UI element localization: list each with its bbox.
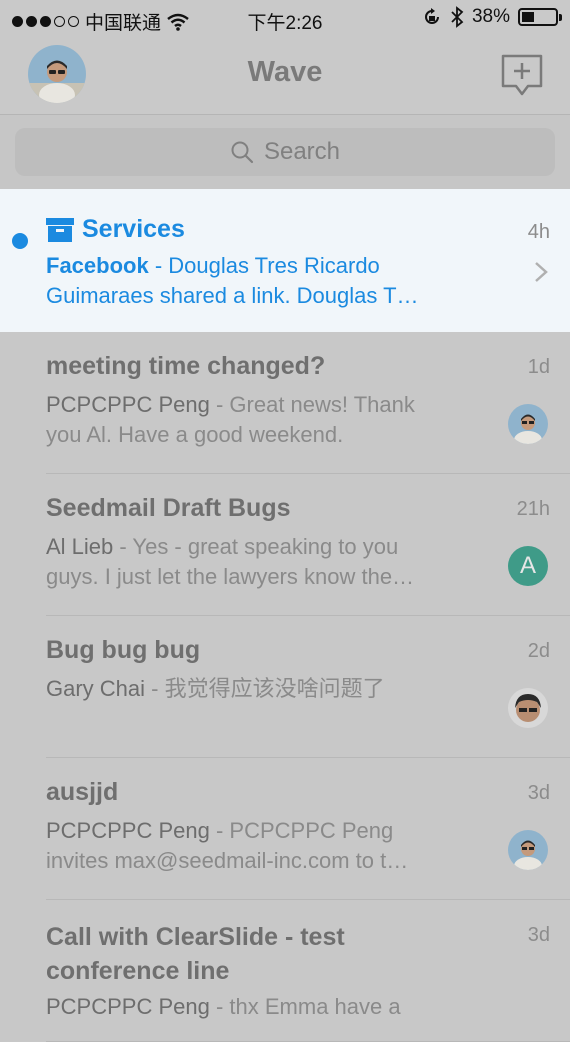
archive-box-icon (46, 217, 74, 242)
thread-sender: Al Lieb (46, 534, 114, 559)
thread-preview: Al Lieb - Yes - great speaking to you gu… (46, 534, 415, 589)
sender-avatar (508, 404, 548, 444)
sender-avatar: A (508, 546, 548, 586)
thread-sender: PCPCPPC Peng (46, 818, 210, 843)
thread-preview: Gary Chai - 我觉得应该没啥问题了 (46, 676, 385, 701)
thread-list: Services 4h Facebook - Douglas Tres Rica… (0, 189, 570, 1042)
search-placeholder: Search (263, 138, 341, 165)
thread-title: Bug bug bug (46, 636, 201, 664)
search-icon (231, 141, 254, 164)
thread-time: 3d (527, 782, 550, 804)
compose-icon[interactable] (500, 53, 544, 97)
thread-title: ausjjd (46, 778, 119, 806)
bluetooth-icon (451, 6, 464, 28)
status-right: 38% (422, 6, 562, 28)
sender-avatar (508, 830, 548, 870)
thread-title: Seedmail Draft Bugs (46, 494, 291, 522)
unread-indicator (12, 233, 28, 249)
thread-sender: Gary Chai (46, 676, 146, 701)
rotation-lock-icon (425, 8, 439, 24)
thread-time: 21h (516, 498, 550, 520)
thread-time: 2d (527, 640, 550, 662)
thread-title: Call with ClearSlide - test conference l… (46, 923, 345, 985)
sender-avatar (508, 688, 548, 728)
thread-preview: PCPCPPC Peng - Great news! Thank you Al.… (46, 392, 415, 447)
thread-sender: Facebook (46, 253, 149, 278)
nav-bar: Wave (0, 40, 570, 115)
thread-sender: PCPCPPC Peng (46, 392, 210, 417)
search-bar-container: Search (0, 115, 570, 189)
thread-row[interactable]: Services 4h Facebook - Douglas Tres Rica… (0, 189, 570, 332)
thread-row[interactable]: Call with ClearSlide - test conference l… (46, 900, 570, 1042)
battery-percent: 38% (471, 6, 510, 27)
page-title: Wave (247, 56, 323, 88)
thread-preview: PCPCPPC Peng - thx Emma have a (46, 994, 401, 1019)
thread-row[interactable]: meeting time changed? 1d PCPCPPC Peng - … (46, 332, 570, 474)
battery-icon (518, 8, 562, 26)
search-input[interactable]: Search (15, 128, 555, 176)
status-bar: 中国联通 下午2:26 38% (0, 0, 570, 40)
thread-preview: Facebook - Douglas Tres Ricardo Guimarae… (46, 253, 419, 308)
thread-preview: PCPCPPC Peng - PCPCPPC Peng invites max@… (46, 818, 409, 873)
thread-title: meeting time changed? (46, 352, 326, 380)
thread-time: 4h (527, 221, 550, 243)
thread-time: 3d (527, 924, 550, 946)
thread-row[interactable]: Seedmail Draft Bugs 21h Al Lieb - Yes - … (46, 474, 570, 616)
thread-sender: PCPCPPC Peng (46, 994, 210, 1019)
thread-row[interactable]: ausjjd 3d PCPCPPC Peng - PCPCPPC Peng in… (46, 758, 570, 900)
chevron-right-icon (535, 262, 548, 282)
thread-time: 1d (527, 356, 550, 378)
thread-row[interactable]: Bug bug bug 2d Gary Chai - 我觉得应该没啥问题了 (46, 616, 570, 758)
thread-title: Services (46, 215, 185, 244)
